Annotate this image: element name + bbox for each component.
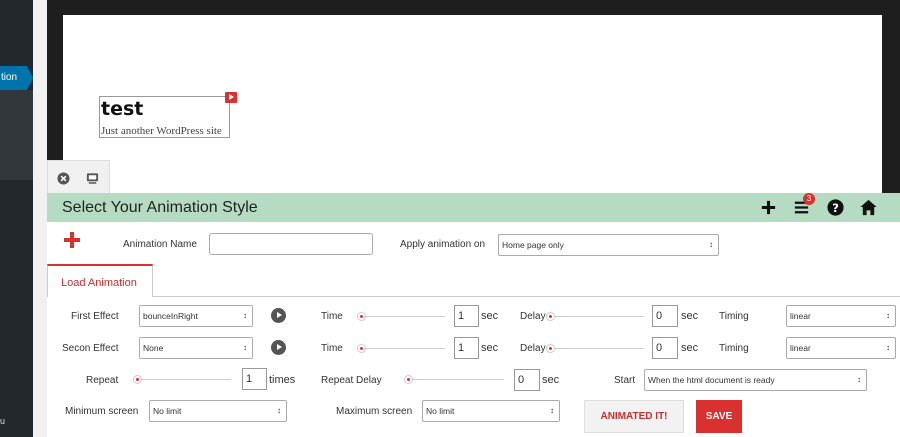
second-time-unit: sec: [481, 342, 499, 354]
second-time-slider[interactable]: [357, 343, 445, 353]
sidebar-item-active[interactable]: tion: [0, 66, 27, 90]
repeat-delay-label: Repeat Delay: [321, 375, 382, 386]
close-circle-icon[interactable]: [57, 172, 70, 185]
animation-header: Select Your Animation Style ?: [47, 193, 900, 222]
caret-updown-icon: ↕: [550, 406, 554, 415]
second-timing-label: Timing: [719, 343, 749, 354]
repeat-delay-unit: sec: [542, 374, 560, 386]
apply-animation-select[interactable]: Home page only ↕: [498, 234, 719, 256]
admin-sidebar: tion u: [0, 0, 33, 437]
animation-name-input[interactable]: [209, 233, 373, 255]
first-time-input[interactable]: 1: [454, 305, 479, 327]
site-tagline: Just another WordPress site: [101, 125, 222, 137]
min-screen-value: No limit: [153, 406, 182, 416]
max-screen-value: No limit: [426, 406, 455, 416]
slider-knob[interactable]: [133, 375, 142, 384]
add-animation-button[interactable]: [64, 232, 80, 248]
repeat-delay-input[interactable]: 0: [514, 369, 540, 391]
page-title: Select Your Animation Style: [62, 199, 258, 216]
second-time-input[interactable]: 1: [454, 337, 479, 359]
second-delay-unit: sec: [681, 342, 699, 354]
monitor-icon[interactable]: [86, 172, 99, 185]
first-timing-select[interactable]: linear ↕: [786, 305, 896, 327]
caret-updown-icon: ↕: [886, 311, 890, 320]
animation-name-label: Animation Name: [123, 239, 197, 250]
apply-animation-value: Home page only: [502, 240, 564, 250]
sidebar-submenu: [0, 90, 33, 180]
caret-updown-icon: ↕: [857, 375, 861, 384]
apply-animation-label: Apply animation on: [400, 239, 486, 250]
min-screen-select[interactable]: No limit ↕: [149, 400, 287, 422]
home-icon[interactable]: [859, 198, 878, 217]
slider-knob[interactable]: [546, 312, 555, 321]
max-screen-label: Maximum screen: [336, 406, 413, 417]
site-branding-box[interactable]: test Just another WordPress site: [99, 96, 230, 138]
content-gutter: [33, 0, 47, 437]
second-effect-select[interactable]: None ↕: [139, 337, 253, 359]
max-screen-select[interactable]: No limit ↕: [422, 400, 560, 422]
first-timing-label: Timing: [719, 311, 749, 322]
first-delay-slider[interactable]: [546, 311, 644, 321]
caret-updown-icon: ↕: [886, 343, 890, 352]
svg-text:?: ?: [832, 201, 839, 215]
slider-knob[interactable]: [404, 375, 413, 384]
tab-load-animation[interactable]: Load Animation: [47, 264, 153, 297]
second-delay-label: Delay: [520, 343, 546, 354]
help-icon[interactable]: ?: [826, 198, 845, 217]
second-timing-value: linear: [790, 343, 811, 353]
slider-knob[interactable]: [357, 344, 366, 353]
second-timing-select[interactable]: linear ↕: [786, 337, 896, 359]
first-effect-select[interactable]: bounceInRight ↕: [139, 305, 253, 327]
animation-marker-icon[interactable]: [225, 92, 237, 103]
first-time-unit: sec: [481, 310, 499, 322]
repeat-slider[interactable]: [133, 374, 231, 384]
animate-it-button[interactable]: ANIMATED IT!: [584, 400, 684, 433]
caret-updown-icon: ↕: [243, 311, 247, 320]
caret-updown-icon: ↕: [709, 240, 713, 249]
second-delay-slider[interactable]: [546, 343, 644, 353]
repeat-unit: times: [269, 374, 296, 386]
first-delay-label: Delay: [520, 311, 546, 322]
second-delay-input[interactable]: 0: [652, 337, 678, 359]
tab-bar: Load Animation: [47, 264, 900, 297]
caret-updown-icon: ↕: [277, 406, 281, 415]
second-effect-value: None: [143, 343, 164, 353]
caret-updown-icon: ↕: [243, 343, 247, 352]
start-label: Start: [614, 375, 636, 386]
repeat-input[interactable]: 1: [242, 368, 267, 390]
save-button[interactable]: SAVE: [696, 400, 742, 433]
first-time-label: Time: [321, 311, 343, 322]
min-screen-label: Minimum screen: [65, 406, 139, 417]
notification-badge: 3: [803, 193, 815, 205]
first-effect-value: bounceInRight: [143, 311, 198, 321]
repeat-delay-slider[interactable]: [404, 374, 504, 384]
second-effect-label: Secon Effect: [62, 343, 119, 354]
start-select[interactable]: When the html document is ready ↕: [644, 369, 867, 391]
repeat-label: Repeat: [86, 375, 119, 386]
play-first-effect-button[interactable]: [271, 308, 286, 323]
slider-knob[interactable]: [357, 312, 366, 321]
start-value: When the html document is ready: [648, 375, 775, 385]
site-title: test: [101, 98, 144, 120]
tab-label: Load Animation: [61, 277, 137, 289]
play-second-effect-button[interactable]: [271, 340, 286, 355]
second-time-label: Time: [321, 343, 343, 354]
sidebar-bottom-text: u: [0, 416, 6, 426]
first-delay-unit: sec: [681, 310, 699, 322]
first-effect-label: First Effect: [71, 311, 119, 322]
plus-icon[interactable]: [759, 198, 778, 217]
preview-toolbar: [47, 160, 110, 193]
first-delay-input[interactable]: 0: [652, 305, 678, 327]
slider-knob[interactable]: [546, 344, 555, 353]
first-time-slider[interactable]: [357, 311, 445, 321]
first-timing-value: linear: [790, 311, 811, 321]
